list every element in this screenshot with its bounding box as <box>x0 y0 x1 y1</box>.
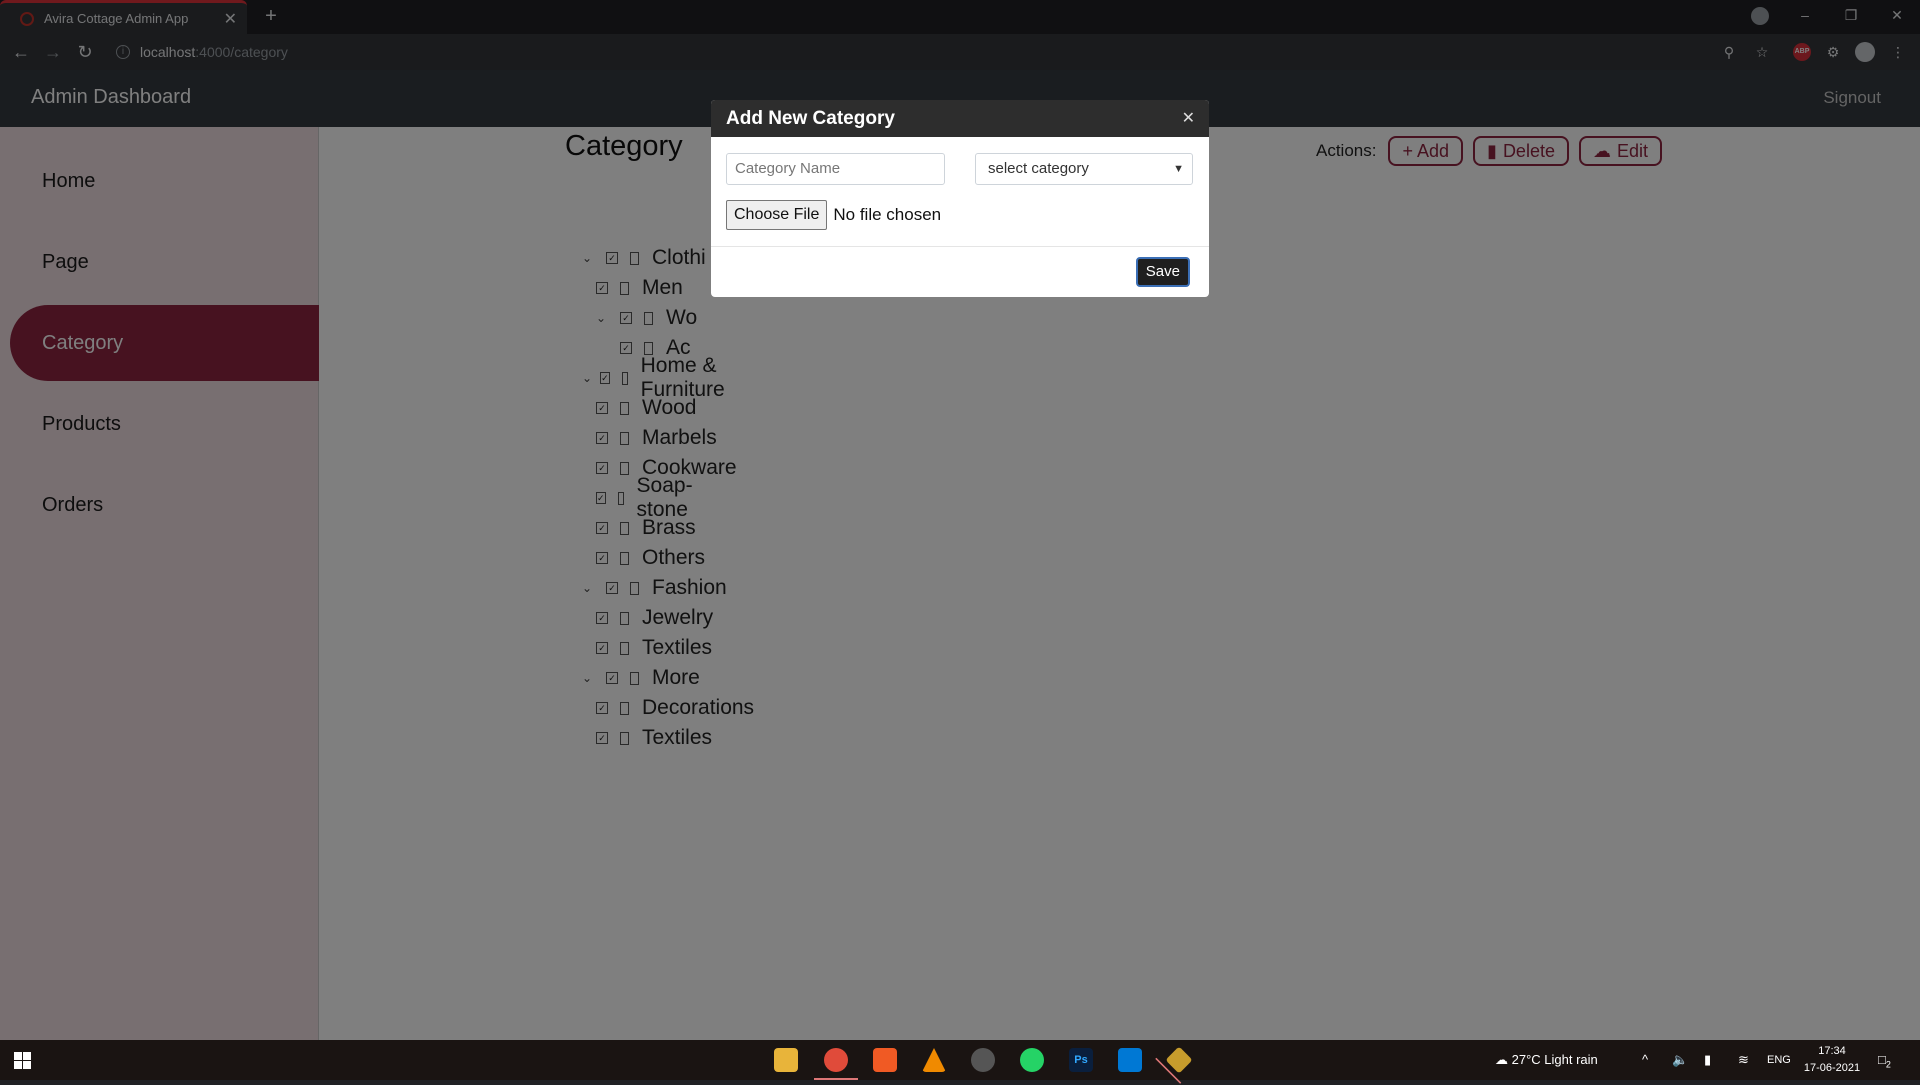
file-explorer-icon[interactable] <box>774 1048 798 1072</box>
weather-text: 27°C Light rain <box>1511 1052 1598 1067</box>
whatsapp-icon[interactable] <box>1020 1048 1044 1072</box>
git-icon[interactable] <box>1165 1046 1193 1074</box>
tray-chevron-icon[interactable]: ^ <box>1642 1040 1648 1080</box>
weather-widget[interactable]: ☁ 27°C Light rain <box>1495 1040 1598 1080</box>
photoshop-icon[interactable]: Ps <box>1069 1048 1093 1072</box>
battery-icon[interactable]: ▮ <box>1704 1040 1711 1080</box>
media-player-icon[interactable] <box>971 1048 995 1072</box>
windows-start-icon[interactable] <box>14 1052 31 1069</box>
notification-icon[interactable]: □2 <box>1878 1040 1891 1080</box>
modal-divider <box>711 246 1209 247</box>
modal-header: Add New Category ✕ <box>711 100 1209 137</box>
chevron-down-icon: ▼ <box>1173 163 1184 175</box>
file-input-row: Choose File No file chosen <box>726 200 941 230</box>
clock-time: 17:34 <box>1818 1045 1846 1057</box>
close-icon[interactable]: ✕ <box>1182 100 1195 137</box>
vlc-icon[interactable] <box>922 1048 946 1072</box>
volume-icon[interactable]: 🔈 <box>1672 1040 1688 1080</box>
add-category-modal: Add New Category ✕ Category Name select … <box>711 100 1209 297</box>
modal-backdrop[interactable]: Add New Category ✕ Category Name select … <box>0 0 1920 1040</box>
modal-title: Add New Category <box>726 108 895 129</box>
file-status: No file chosen <box>833 205 942 224</box>
clock-date: 17-06-2021 <box>1803 1062 1861 1074</box>
save-button[interactable]: Save <box>1135 257 1190 287</box>
parent-category-select[interactable]: select category ▼ <box>975 153 1193 185</box>
notification-count: 2 <box>1885 1059 1891 1070</box>
clock[interactable]: 17:34 17-06-2021 <box>1797 1043 1867 1077</box>
choose-file-button[interactable]: Choose File <box>726 200 828 230</box>
wifi-icon[interactable]: ≋ <box>1738 1040 1749 1080</box>
vscode-icon[interactable] <box>1118 1048 1142 1072</box>
chrome-icon[interactable] <box>814 1048 858 1080</box>
brave-icon[interactable] <box>873 1048 897 1072</box>
category-name-input[interactable]: Category Name <box>726 153 945 185</box>
select-value: select category <box>988 160 1089 177</box>
windows-taskbar: Ps ☁ 27°C Light rain ^ 🔈 ▮ ≋ ENG 17:34 1… <box>0 1040 1920 1080</box>
language-indicator[interactable]: ENG <box>1767 1040 1791 1080</box>
cloud-rain-icon: ☁ <box>1495 1052 1508 1067</box>
